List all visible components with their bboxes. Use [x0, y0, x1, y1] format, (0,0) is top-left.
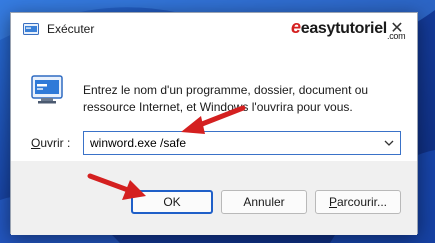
run-icon [31, 75, 63, 104]
dialog-body: Entrez le nom d'un programme, dossier, d… [11, 45, 417, 161]
run-icon [23, 23, 39, 35]
open-label: Ouvrir : [31, 136, 70, 150]
open-label-text: uvrir : [40, 136, 71, 150]
browse-button[interactable]: Parcourir... [315, 190, 401, 214]
close-button[interactable]: ✕ [377, 13, 417, 45]
brand-logo-icon: e [291, 17, 301, 37]
close-icon: ✕ [390, 20, 404, 37]
browse-accelerator: P [328, 195, 337, 209]
annotation-arrow-input [181, 105, 246, 134]
chevron-down-icon[interactable] [382, 136, 396, 150]
cancel-button[interactable]: Annuler [221, 190, 307, 214]
window-title: Exécuter [47, 22, 95, 36]
browse-label: arcourir... [337, 195, 388, 209]
watermark-logo: eeasytutoriel .com [291, 17, 406, 41]
open-label-accelerator: O [31, 136, 41, 150]
dialog-footer: OK Annuler Parcourir... [11, 161, 417, 235]
title-bar[interactable]: Exécuter eeasytutoriel .com ✕ [11, 13, 417, 45]
watermark-brand: easytutoriel [300, 20, 388, 37]
annotation-arrow-ok [87, 173, 146, 200]
